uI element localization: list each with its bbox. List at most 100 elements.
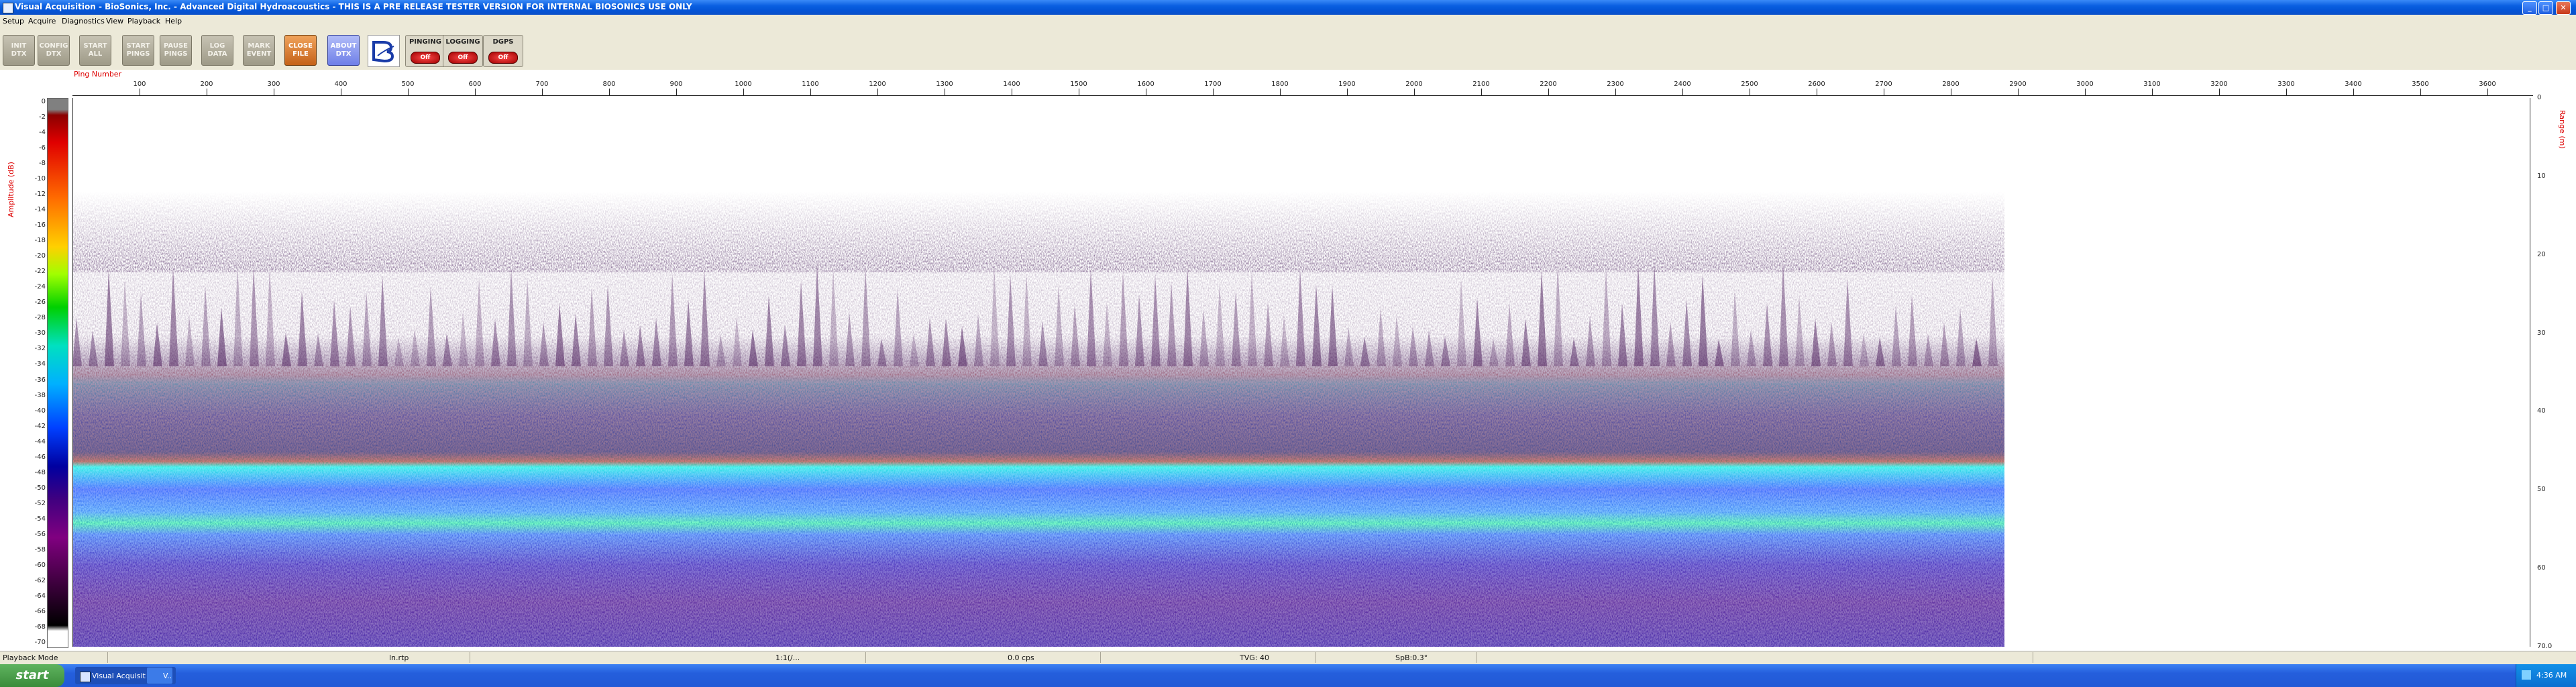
x-tick-label: 900 [669, 81, 683, 88]
x-tick-label: 1700 [1204, 81, 1222, 88]
x-tick [1280, 89, 1281, 95]
x-tick-label: 600 [468, 81, 482, 88]
amplitude-tick-label: -8 [39, 160, 46, 168]
amplitude-tick-label: -16 [34, 221, 46, 229]
close-button[interactable]: ✕ [2556, 1, 2571, 15]
maximize-button[interactable]: □ [2538, 1, 2553, 15]
amplitude-tick-label: -12 [34, 191, 46, 199]
task-second[interactable]: V... [146, 667, 173, 684]
amplitude-tick-label: -44 [34, 437, 46, 445]
taskbar: start Visual Acquisition V... 4:36 AM [0, 664, 2576, 687]
x-tick [1414, 89, 1415, 95]
network-icon[interactable] [2522, 670, 2531, 680]
x-tick-label: 3300 [2277, 81, 2295, 88]
amplitude-colorbar [47, 98, 68, 648]
clock: 4:36 AM [2536, 671, 2567, 680]
x-tick [676, 89, 677, 95]
x-tick [2219, 89, 2220, 95]
amplitude-tick-label: -50 [34, 484, 46, 492]
menu-setup[interactable]: Setup [3, 17, 24, 25]
amplitude-tick-label: -2 [39, 113, 46, 121]
x-tick [1682, 89, 1683, 95]
title-bar: Visual Acquisition - BioSonics, Inc. - A… [0, 0, 2576, 15]
start-pings-button[interactable]: START PINGS [122, 35, 154, 66]
log-data-button[interactable]: LOG DATA [201, 35, 233, 66]
biosonics-logo-icon [368, 35, 400, 67]
x-tick [2018, 89, 2019, 95]
x-tick-label: 400 [334, 81, 347, 88]
amplitude-tick-label: -22 [34, 268, 46, 276]
range-tick-label: 50 [2537, 486, 2546, 494]
x-tick-label: 1900 [1338, 81, 1356, 88]
status-file: ln.rtp [389, 653, 409, 662]
x-tick-label: 1800 [1271, 81, 1289, 88]
x-tick-label: 1100 [802, 81, 819, 88]
x-tick [2286, 89, 2287, 95]
x-tick [877, 89, 878, 95]
x-tick-label: 2400 [1674, 81, 1691, 88]
init-dtx-button[interactable]: INIT DTX [3, 35, 35, 66]
x-tick [1615, 89, 1616, 95]
mark-event-button[interactable]: MARK EVENT [243, 35, 275, 66]
amplitude-tick-label: -54 [34, 515, 46, 523]
x-tick [2152, 89, 2153, 95]
plot-frame [72, 98, 2530, 647]
x-tick-label: 1200 [869, 81, 886, 88]
logging-indicator: LOGGING Off [443, 35, 483, 67]
amplitude-axis-label: Amplitude (dB) [7, 162, 15, 217]
menu-diagnostics[interactable]: Diagnostics [62, 17, 105, 25]
x-tick-label: 2100 [1472, 81, 1490, 88]
status-bar: Playback Mode ln.rtp 1:1(/... 0.0 cps TV… [0, 651, 2576, 664]
x-tick-label: 2900 [2009, 81, 2027, 88]
menu-view[interactable]: View [106, 17, 123, 25]
amplitude-tick-label: -28 [34, 314, 46, 322]
start-all-button[interactable]: START ALL [79, 35, 111, 66]
menu-help[interactable]: Help [165, 17, 182, 25]
x-tick [2420, 89, 2421, 95]
x-tick-label: 3400 [2345, 81, 2362, 88]
x-tick-label: 3000 [2076, 81, 2094, 88]
x-tick-label: 2500 [1741, 81, 1758, 88]
x-tick [743, 89, 744, 95]
amplitude-tick-label: -10 [34, 175, 46, 183]
window-title: Visual Acquisition - BioSonics, Inc. - A… [15, 2, 692, 11]
dgps-indicator: DGPS Off [483, 35, 523, 67]
amplitude-tick-label: -36 [34, 376, 46, 384]
toolbar: INIT DTX CONFIG DTX START ALL START PINGS PA… [0, 27, 2576, 70]
amplitude-tick-label: -30 [34, 329, 46, 337]
amplitude-tick-label: -42 [34, 422, 46, 430]
menu-acquire[interactable]: Acquire [28, 17, 56, 25]
menu-playback[interactable]: Playback [127, 17, 160, 25]
amplitude-tick-label: -40 [34, 407, 46, 415]
amplitude-tick-label: -62 [34, 576, 46, 584]
x-tick [1213, 89, 1214, 95]
x-tick [408, 89, 409, 95]
amplitude-tick-label: -6 [39, 144, 46, 152]
range-tick-label: 70.0 [2537, 643, 2553, 650]
status-mode: Playback Mode [3, 653, 58, 662]
close-file-button[interactable]: CLOSE FILE [284, 35, 317, 66]
status-gain: 0.0 cps [1008, 653, 1034, 662]
x-tick-label: 1400 [1003, 81, 1020, 88]
x-axis-label: Ping Number [74, 70, 122, 78]
x-tick [2085, 89, 2086, 95]
x-tick-label: 2300 [1607, 81, 1624, 88]
x-tick-label: 2700 [1875, 81, 1892, 88]
pause-pings-button[interactable]: PAUSE PINGS [160, 35, 192, 66]
amplitude-tick-label: -56 [34, 530, 46, 538]
menu-bar: Setup Acquire Diagnostics View Playback … [0, 15, 2576, 27]
range-tick-label: 60 [2537, 564, 2546, 572]
about-dtx-button[interactable]: ABOUT DTX [327, 35, 360, 66]
amplitude-tick-label: -60 [34, 561, 46, 569]
x-tick [2353, 89, 2354, 95]
app-icon [80, 672, 91, 682]
x-tick-label: 700 [535, 81, 549, 88]
start-button[interactable]: start [0, 664, 64, 687]
x-tick-label: 1500 [1070, 81, 1087, 88]
minimize-button[interactable]: _ [2522, 1, 2537, 15]
x-tick [1481, 89, 1482, 95]
amplitude-tick-label: -46 [34, 453, 46, 461]
config-dtx-button[interactable]: CONFIG DTX [38, 35, 70, 66]
x-tick-label: 2000 [1405, 81, 1423, 88]
x-axis [72, 95, 2533, 96]
